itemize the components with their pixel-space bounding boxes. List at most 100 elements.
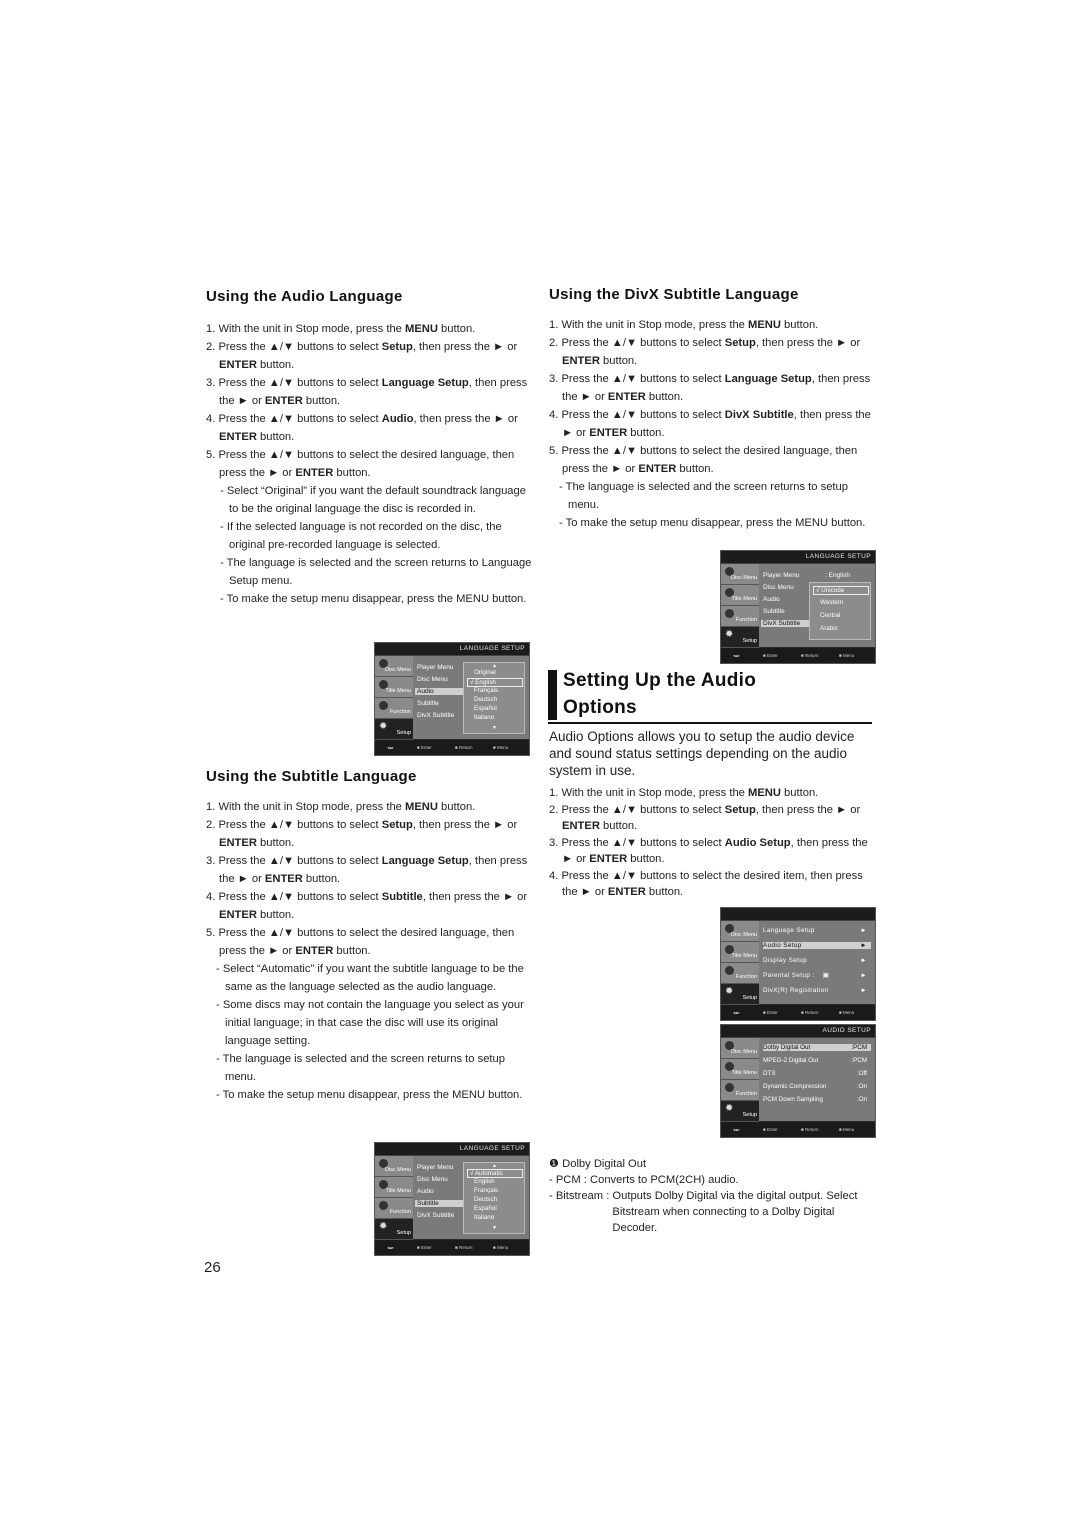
bold-term: MENU bbox=[748, 787, 781, 799]
osd-subtitle-language: LANGUAGE SETUP Disc Menu Title Menu Functio… bbox=[374, 1142, 530, 1256]
divx-subtitle-notes: - The language is selected and the scree… bbox=[549, 478, 875, 532]
step-item: 2. Press the ▲/▼ buttons to select Setup… bbox=[549, 334, 875, 370]
osd-header: LANGUAGE SETUP bbox=[375, 1143, 529, 1156]
osd-side-tab-disc-menu: Disc Menu bbox=[375, 656, 413, 677]
osd-menu-item: Player Menu bbox=[763, 572, 800, 579]
step-text: , then press the ► or bbox=[755, 803, 861, 816]
step-item: 4. Press the ▲/▼ buttons to select Audio… bbox=[206, 410, 532, 446]
step-text: button. bbox=[437, 801, 476, 813]
step-item: 2. Press the ▲/▼ buttons to select Setup… bbox=[206, 816, 536, 852]
osd-footer: ◂▴▸ ■ Enter ■ Return ■ Menu bbox=[375, 740, 529, 755]
osd-option: √ Unicode bbox=[813, 586, 869, 595]
bold-term: ENTER bbox=[607, 391, 646, 403]
bold-term: ENTER bbox=[264, 395, 303, 407]
osd-footer-return: ■ Return bbox=[801, 1010, 819, 1015]
osd-option: Western bbox=[820, 599, 844, 606]
bold-term: Audio bbox=[381, 413, 414, 425]
osd-footer: ◂▴▸ ■ Enter ■ Return ■ Menu bbox=[375, 1240, 529, 1255]
step-item: 5. Press the ▲/▼ buttons to select the d… bbox=[206, 446, 532, 482]
dolby-note-pcm: - PCM : Converts to PCM(2CH) audio. bbox=[549, 1174, 739, 1186]
chevron-right-icon: ► bbox=[860, 972, 867, 979]
bold-term: MENU bbox=[405, 801, 438, 813]
osd-option: Français bbox=[474, 1187, 499, 1194]
osd-footer-menu: ■ Menu bbox=[493, 1245, 509, 1250]
osd-audio-row-label: MPEG-2 Digital Out bbox=[763, 1057, 819, 1064]
step-text: , then press the ► or bbox=[413, 413, 518, 425]
osd-audio-row: Dynamic Compression:On bbox=[763, 1083, 871, 1090]
osd-setup-row: Language Setup ► bbox=[763, 927, 871, 934]
scroll-down-icon: ▼ bbox=[492, 1225, 497, 1231]
osd-footer-menu: ■ Menu bbox=[839, 1010, 855, 1015]
step-item: 1. With the unit in Stop mode, press the… bbox=[206, 320, 532, 338]
note-item: - The language is selected and the scree… bbox=[216, 1053, 505, 1083]
osd-side-tab-label: Disc Menu bbox=[385, 1167, 411, 1173]
gear-icon: ✹ bbox=[379, 1221, 388, 1232]
step-item: 1. With the unit in Stop mode, press the… bbox=[549, 785, 879, 802]
gear-icon: ✹ bbox=[725, 1103, 734, 1114]
osd-side-tab-function: Function bbox=[721, 606, 759, 627]
bold-term: ENTER bbox=[607, 886, 646, 898]
navigation-arrows-icon: ◂▴▸ bbox=[387, 745, 394, 750]
step-text: , then press the ► or bbox=[422, 891, 528, 903]
step-text: button. bbox=[780, 787, 819, 799]
bold-term: ENTER bbox=[562, 355, 600, 367]
step-item: 3. Press the ▲/▼ buttons to select Langu… bbox=[549, 370, 875, 406]
step-text: 4. Press the ▲/▼ buttons to select the d… bbox=[549, 869, 863, 899]
osd-side-tabs: Disc Menu Title Menu Function ✹ Setup bbox=[375, 1156, 413, 1240]
navigation-arrows-icon: ◂▴▸ bbox=[733, 653, 740, 658]
osd-menu-item: Disc Menu bbox=[417, 676, 448, 683]
note-item: - Select “Automatic” if you want the sub… bbox=[216, 963, 524, 993]
step-text: button. bbox=[256, 837, 295, 849]
step-text: button. bbox=[302, 395, 341, 407]
bold-term: Setup bbox=[724, 337, 756, 349]
audio-language-notes: - Select “Original” if you want the defa… bbox=[206, 482, 532, 608]
step-text: 3. Press the ▲/▼ buttons to select bbox=[206, 855, 382, 867]
osd-side-tab-label: Function bbox=[735, 617, 757, 623]
osd-side-tab-setup: ✹ Setup bbox=[375, 719, 413, 740]
gear-icon: ✹ bbox=[379, 721, 388, 732]
osd-menu-item: Subtitle bbox=[417, 700, 439, 707]
osd-player-menu-value: : English bbox=[825, 572, 850, 579]
osd-setup-row: Audio Setup ► bbox=[763, 942, 871, 949]
osd-footer-enter: ■ Enter bbox=[763, 1127, 778, 1132]
step-text: 1. With the unit in Stop mode, press the bbox=[549, 319, 748, 331]
step-text: button. bbox=[333, 945, 371, 957]
step-item: 4. Press the ▲/▼ buttons to select the d… bbox=[549, 868, 879, 901]
audio-language-steps: 1. With the unit in Stop mode, press the… bbox=[206, 320, 532, 482]
osd-side-tab-label: Title Menu bbox=[731, 953, 757, 959]
osd-footer: ◂▴▸ ■ Enter ■ Return ■ Menu bbox=[721, 648, 875, 663]
osd-side-tab-label: Setup bbox=[396, 1230, 411, 1236]
osd-side-tab-label: Setup bbox=[742, 995, 757, 1001]
osd-panel: Language Setup ► Audio Setup ► Display Setup… bbox=[759, 921, 875, 1004]
osd-side-tab-function: Function bbox=[721, 1080, 759, 1101]
bold-term: Setup bbox=[724, 803, 756, 816]
osd-options-dropdown: ▲ Original √ English Français Deutsch Español… bbox=[463, 662, 525, 734]
step-text: 2. Press the ▲/▼ buttons to select bbox=[549, 337, 725, 349]
bitstream-text: Outputs Dolby Digital via the digital ou… bbox=[612, 1190, 858, 1234]
osd-side-tab-title-menu: Title Menu bbox=[721, 942, 759, 963]
step-item: 1. With the unit in Stop mode, press the… bbox=[206, 798, 536, 816]
osd-panel: Player Menu Disc Menu Audio Subtitle DivX Su… bbox=[413, 656, 529, 739]
osd-side-tab-label: Disc Menu bbox=[731, 575, 757, 581]
step-text: button. bbox=[627, 427, 665, 439]
osd-menu-item: Disc Menu bbox=[763, 584, 794, 591]
bold-term: DivX Subtitle bbox=[724, 409, 794, 421]
osd-option: Arabic bbox=[820, 625, 838, 632]
osd-audio-row-label: DTS bbox=[763, 1070, 776, 1077]
chevron-right-icon: ► bbox=[860, 942, 867, 949]
bold-term: ENTER bbox=[562, 820, 600, 832]
step-text: 2. Press the ▲/▼ buttons to select bbox=[206, 819, 382, 831]
osd-audio-row: MPEG-2 Digital Out:PCM bbox=[763, 1057, 871, 1064]
osd-option: Español bbox=[474, 1205, 497, 1212]
function-icon bbox=[379, 1201, 388, 1210]
osd-panel: Dolby Digital Out:PCM MPEG-2 Digital Out:… bbox=[759, 1038, 875, 1121]
note-item: - The language is selected and the scree… bbox=[220, 557, 532, 587]
osd-option: Italiano bbox=[474, 1214, 495, 1221]
bold-term: Language Setup bbox=[381, 377, 469, 389]
osd-option: √ English bbox=[467, 678, 523, 687]
osd-footer-menu: ■ Menu bbox=[493, 745, 509, 750]
osd-option: English bbox=[474, 1178, 495, 1185]
osd-side-tabs: Disc Menu Title Menu Function ✹ Setup bbox=[721, 921, 759, 1005]
step-item: 4. Press the ▲/▼ buttons to select Subti… bbox=[206, 888, 536, 924]
audio-language-heading: Using the Audio Language bbox=[206, 288, 403, 305]
